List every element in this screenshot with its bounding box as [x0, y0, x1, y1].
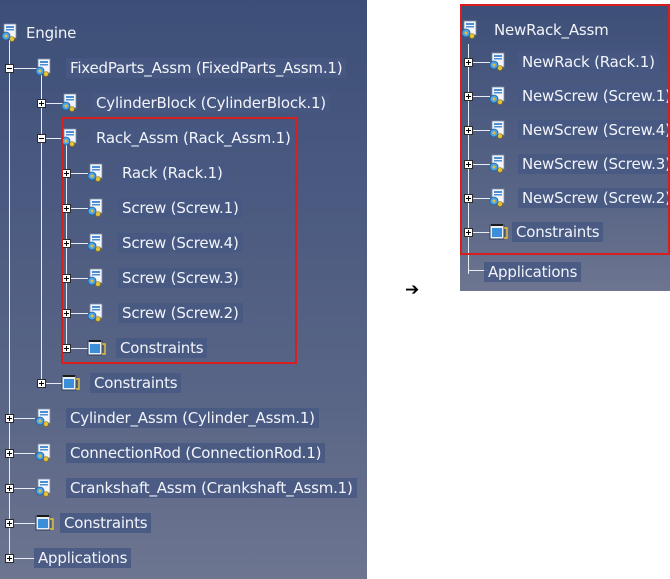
tree-node-label: Screw (Screw.4)	[118, 233, 243, 253]
constraints-icon	[60, 373, 80, 393]
specification-tree-left: Engine FixedParts_Assm (FixedParts_Assm.…	[0, 0, 367, 579]
tree-node-label: Rack (Rack.1)	[118, 163, 227, 183]
tree-node-newscrew-1[interactable]: NewScrew (Screw.1)	[488, 85, 670, 107]
tree-node-rack-assm[interactable]: Rack_Assm (Rack_Assm.1)	[60, 127, 295, 149]
product-icon	[34, 443, 54, 463]
constraints-icon	[86, 338, 106, 358]
expand-toggle[interactable]	[5, 449, 14, 458]
product-icon	[0, 23, 20, 43]
expand-toggle[interactable]	[62, 309, 71, 318]
product-icon	[86, 198, 106, 218]
tree-node-label: Constraints	[116, 338, 208, 358]
product-icon	[34, 58, 54, 78]
tree-node-label: Screw (Screw.1)	[118, 198, 243, 218]
tree-node-cylinder-assm[interactable]: Cylinder_Assm (Cylinder_Assm.1)	[34, 407, 319, 429]
tree-node-newrack[interactable]: NewRack (Rack.1)	[488, 51, 659, 73]
tree-node-label: Screw (Screw.2)	[118, 303, 243, 323]
product-icon	[86, 268, 106, 288]
constraints-icon	[34, 513, 54, 533]
collapse-toggle[interactable]	[5, 64, 14, 73]
product-icon	[86, 163, 106, 183]
tree-node-screw-2[interactable]: Screw (Screw.2)	[86, 302, 243, 324]
product-icon	[86, 303, 106, 323]
tree-node-label: Rack_Assm (Rack_Assm.1)	[92, 128, 295, 148]
tree-node-constraints[interactable]: Constraints	[34, 512, 152, 534]
expand-toggle[interactable]	[62, 169, 71, 178]
expand-toggle[interactable]	[464, 58, 473, 67]
tree-node-screw-1[interactable]: Screw (Screw.1)	[86, 197, 243, 219]
tree-node-label: Constraints	[90, 373, 182, 393]
tree-node-connectionrod[interactable]: ConnectionRod (ConnectionRod.1)	[34, 442, 326, 464]
product-icon	[60, 93, 80, 113]
tree-node-label: NewScrew (Screw.4)	[518, 120, 670, 140]
tree-node-applications[interactable]: Applications	[34, 547, 132, 569]
tree-node-cylinderblock[interactable]: CylinderBlock (CylinderBlock.1)	[60, 92, 330, 114]
tree-node-screw-3[interactable]: Screw (Screw.3)	[86, 267, 243, 289]
constraints-icon	[488, 222, 508, 242]
tree-node-newscrew-2[interactable]: NewScrew (Screw.2)	[488, 187, 670, 209]
tree-node-crankshaft-assm[interactable]: Crankshaft_Assm (Crankshaft_Assm.1)	[34, 477, 357, 499]
tree-node-label: Screw (Screw.3)	[118, 268, 243, 288]
tree-node-label: ConnectionRod (ConnectionRod.1)	[66, 443, 326, 463]
product-icon	[488, 86, 508, 106]
product-icon	[488, 120, 508, 140]
expand-toggle[interactable]	[464, 228, 473, 237]
tree-node-newscrew-3[interactable]: NewScrew (Screw.3)	[488, 153, 670, 175]
tree-node-label: Cylinder_Assm (Cylinder_Assm.1)	[66, 408, 319, 428]
tree-node-label: NewRack_Assm	[494, 21, 609, 39]
product-icon	[488, 188, 508, 208]
tree-node-fixedparts-constraints[interactable]: Constraints	[60, 372, 182, 394]
expand-toggle[interactable]	[37, 99, 46, 108]
tree-node-rack[interactable]: Rack (Rack.1)	[86, 162, 227, 184]
expand-toggle[interactable]	[464, 126, 473, 135]
product-icon	[34, 408, 54, 428]
tree-node-label: NewRack (Rack.1)	[518, 52, 659, 72]
tree-node-newrack-constraints[interactable]: Constraints	[488, 221, 604, 243]
tree-node-label: NewScrew (Screw.3)	[518, 154, 670, 174]
product-icon	[488, 52, 508, 72]
tree-node-label: Constraints	[60, 513, 152, 533]
product-icon	[86, 233, 106, 253]
tree-node-label: Applications	[34, 548, 132, 568]
expand-toggle[interactable]	[5, 554, 14, 563]
tree-node-applications[interactable]: Applications	[484, 261, 582, 283]
tree-node-label: FixedParts_Assm (FixedParts_Assm.1)	[66, 58, 347, 78]
expand-toggle[interactable]	[5, 414, 14, 423]
tree-node-label: NewScrew (Screw.1)	[518, 86, 670, 106]
expand-toggle[interactable]	[5, 484, 14, 493]
tree-node-label: Crankshaft_Assm (Crankshaft_Assm.1)	[66, 478, 357, 498]
tree-node-screw-4[interactable]: Screw (Screw.4)	[86, 232, 243, 254]
tree-node-newrack-assm[interactable]: NewRack_Assm	[460, 19, 613, 41]
product-icon	[60, 128, 80, 148]
expand-toggle[interactable]	[62, 344, 71, 353]
expand-toggle[interactable]	[5, 519, 14, 528]
product-icon	[34, 478, 54, 498]
tree-node-label: CylinderBlock (CylinderBlock.1)	[92, 93, 330, 113]
tree-node-engine[interactable]: Engine	[0, 22, 80, 44]
tree-node-label: Applications	[484, 262, 582, 282]
expand-toggle[interactable]	[62, 239, 71, 248]
expand-toggle[interactable]	[62, 204, 71, 213]
expand-toggle[interactable]	[464, 160, 473, 169]
expand-toggle[interactable]	[37, 379, 46, 388]
tree-node-rack-constraints[interactable]: Constraints	[86, 337, 208, 359]
tree-node-newscrew-4[interactable]: NewScrew (Screw.4)	[488, 119, 670, 141]
expand-toggle[interactable]	[464, 194, 473, 203]
tree-node-label: NewScrew (Screw.2)	[518, 188, 670, 208]
tree-node-label: Constraints	[512, 222, 604, 242]
tree-node-fixedparts-assm[interactable]: FixedParts_Assm (FixedParts_Assm.1)	[34, 57, 347, 79]
expand-toggle[interactable]	[464, 92, 473, 101]
expand-toggle[interactable]	[62, 274, 71, 283]
product-icon	[460, 20, 480, 40]
specification-tree-right: NewRack_Assm NewRack (Rack.1) NewScrew (…	[460, 4, 670, 291]
tree-node-label: Engine	[26, 24, 77, 42]
product-icon	[488, 154, 508, 174]
right-arrow-icon: ➔	[405, 280, 420, 300]
collapse-toggle[interactable]	[37, 134, 46, 143]
